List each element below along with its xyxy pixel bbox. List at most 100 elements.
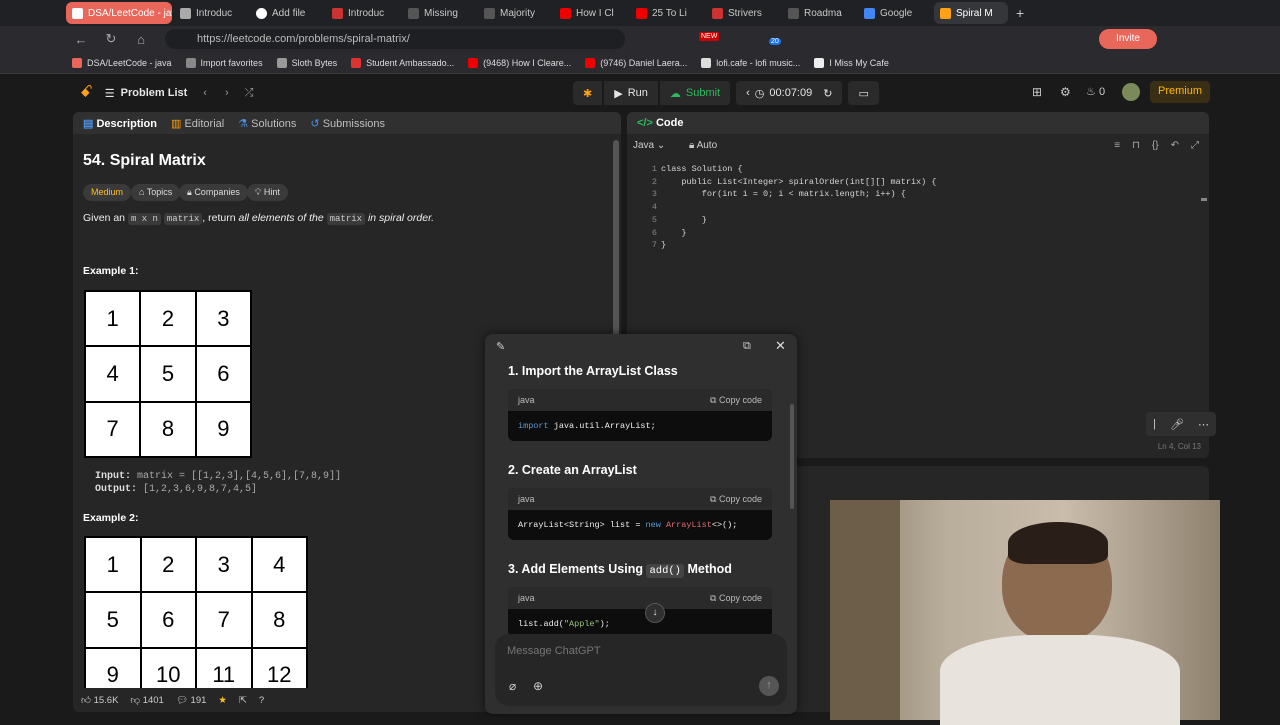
- matrix-cell: 1: [85, 537, 141, 593]
- reset-icon: ↻: [823, 87, 833, 100]
- popout-icon[interactable]: ⧉: [743, 340, 751, 353]
- fullscreen-icon[interactable]: ⤢: [1191, 140, 1199, 151]
- more-icon[interactable]: ⋯: [1198, 418, 1209, 431]
- avatar[interactable]: [1122, 83, 1140, 101]
- bookmark-item[interactable]: Sloth Bytes: [276, 57, 337, 68]
- run-button[interactable]: ▶ Run: [604, 81, 658, 105]
- code-editor[interactable]: 1 class Solution {2 public List<Integer> …: [652, 164, 1201, 264]
- streak-counter[interactable]: ♨ 0: [1086, 85, 1105, 98]
- browser-tab[interactable]: Roadma: [782, 2, 856, 24]
- scroll-down-icon[interactable]: ↓: [645, 603, 665, 623]
- bookmark-item[interactable]: I Miss My Cafe: [814, 57, 889, 68]
- bookmark-item[interactable]: Student Ambassado...: [351, 57, 454, 68]
- example-1-matrix-image: 123456789: [84, 290, 252, 458]
- browser-tab[interactable]: Introduc: [174, 2, 248, 24]
- chat-scrollbar[interactable]: [790, 404, 794, 509]
- thumbs-up-icon: 👍︎: [81, 695, 91, 706]
- topics-chip[interactable]: ⌂ Topics: [131, 184, 181, 201]
- line-number: 3: [651, 189, 657, 200]
- code-text: }: [661, 240, 667, 251]
- companies-chip[interactable]: 🔒︎ Companies: [179, 184, 248, 201]
- auto-mode-toggle[interactable]: 🔒︎ Auto: [689, 140, 717, 151]
- code-line: 2 public List<Integer> spiralOrder(int[]…: [652, 177, 937, 190]
- browser-tab[interactable]: 25 To Li: [630, 2, 704, 24]
- layout-icon[interactable]: ⊞: [1032, 85, 1042, 99]
- comments-button[interactable]: 💬︎ 191: [176, 695, 207, 706]
- section-heading-3: 3. Add Elements Using add() Method: [508, 562, 732, 578]
- tab-solutions[interactable]: ⚗ Solutions: [238, 117, 296, 130]
- browser-tab-active[interactable]: Spiral M: [934, 2, 1008, 24]
- prev-problem-icon[interactable]: ‹: [203, 87, 207, 99]
- message-input[interactable]: [507, 642, 767, 660]
- browser-tab[interactable]: Missing: [402, 2, 476, 24]
- tab-editorial[interactable]: ▥ Editorial: [171, 117, 224, 130]
- bookmark-item[interactable]: (9746) Daniel Laera...: [585, 57, 687, 68]
- globe-icon[interactable]: ⊕: [533, 679, 543, 693]
- copy-code-button[interactable]: ⧉ Copy code: [710, 494, 762, 504]
- browser-tab[interactable]: DSA/LeetCode - java: [66, 2, 172, 24]
- browser-tab[interactable]: Introduc: [326, 2, 400, 24]
- share-icon[interactable]: ⇱: [239, 695, 247, 706]
- bookmark-item[interactable]: Import favorites: [185, 57, 263, 68]
- bookmark-icon[interactable]: ⊓: [1132, 140, 1140, 151]
- editor-scroll-thumb[interactable]: [1201, 198, 1207, 201]
- problem-title: 54. Spiral Matrix: [83, 152, 206, 169]
- browser-tab[interactable]: Google: [858, 2, 932, 24]
- tab-description[interactable]: ▤ Description: [83, 117, 157, 130]
- dislike-button[interactable]: 👎︎ 1401: [130, 694, 163, 706]
- address-input[interactable]: https://leetcode.com/problems/spiral-mat…: [165, 29, 625, 49]
- example-1-title: Example 1:: [83, 265, 139, 277]
- shuffle-icon[interactable]: ⤮: [245, 87, 254, 100]
- browser-tab[interactable]: Majority: [478, 2, 552, 24]
- cursor-icon[interactable]: |: [1153, 418, 1156, 430]
- bookmark-item[interactable]: lofi.cafe - lofi music...: [701, 57, 800, 68]
- tab-submissions[interactable]: ↺ Submissions: [310, 117, 385, 130]
- microphone-icon[interactable]: 🎤︎: [1170, 418, 1184, 431]
- submit-button[interactable]: ☁ Submit: [659, 81, 731, 105]
- editor-toolbar: ≡ ⊓ {} ↶ ⤢: [1114, 140, 1199, 151]
- star-icon[interactable]: ★: [218, 695, 227, 706]
- format-icon[interactable]: ≡: [1114, 140, 1120, 151]
- timer[interactable]: ‹ ◷ 00:07:09 ↻: [736, 81, 843, 105]
- problem-list-button[interactable]: ☰ Problem List: [105, 87, 188, 100]
- browser-tab[interactable]: Add file: [250, 2, 324, 24]
- reload-icon[interactable]: ↻: [96, 31, 126, 47]
- copy-icon: ⧉: [710, 494, 717, 504]
- new-tab-button[interactable]: +: [1010, 2, 1030, 24]
- code-line: 1 class Solution {: [652, 164, 743, 177]
- language-select[interactable]: Java ⌄: [633, 140, 665, 151]
- copy-code-button[interactable]: ⧉ Copy code: [710, 593, 762, 603]
- browser-tab[interactable]: Strivers: [706, 2, 780, 24]
- tab-code[interactable]: </> Code: [637, 117, 683, 129]
- hint-chip[interactable]: 💡︎ Hint: [247, 184, 288, 201]
- matrix-cell: 3: [195, 291, 251, 347]
- chat-composer: ⌀ ⊕ ↑: [495, 634, 787, 706]
- matrix-cell: 6: [140, 592, 196, 648]
- like-button[interactable]: 👍︎ 15.6K: [81, 694, 118, 706]
- help-icon[interactable]: ?: [259, 695, 264, 706]
- compose-icon[interactable]: ✎: [496, 340, 505, 353]
- note-icon[interactable]: ▭: [848, 81, 879, 105]
- person-hair: [1008, 522, 1108, 564]
- premium-button[interactable]: Premium: [1150, 81, 1210, 103]
- debug-icon[interactable]: ✱: [573, 81, 603, 105]
- bookmark-item[interactable]: DSA/LeetCode - java: [72, 57, 172, 68]
- invite-button[interactable]: Invite: [1099, 29, 1157, 49]
- bookmark-item[interactable]: (9468) How I Cleare...: [468, 57, 571, 68]
- close-icon[interactable]: ✕: [775, 338, 786, 354]
- scrollbar[interactable]: [613, 140, 619, 340]
- code-block-1: java ⧉ Copy code import java.util.ArrayLi…: [508, 389, 772, 441]
- undo-icon[interactable]: ↶: [1171, 140, 1179, 151]
- attach-icon[interactable]: ⌀: [509, 679, 516, 693]
- matrix-cell: 5: [140, 346, 196, 402]
- send-button[interactable]: ↑: [759, 676, 779, 696]
- browser-tab[interactable]: How I Cl: [554, 2, 628, 24]
- settings-gear-icon[interactable]: ⚙: [1060, 85, 1071, 99]
- line-number: 7: [651, 240, 657, 251]
- home-icon[interactable]: ⌂: [126, 32, 156, 47]
- next-problem-icon[interactable]: ›: [225, 87, 229, 99]
- braces-icon[interactable]: {}: [1152, 140, 1159, 151]
- back-icon[interactable]: ←: [66, 32, 96, 47]
- copy-code-button[interactable]: ⧉ Copy code: [710, 395, 762, 405]
- leetcode-logo-icon[interactable]: ꗃ: [80, 84, 93, 102]
